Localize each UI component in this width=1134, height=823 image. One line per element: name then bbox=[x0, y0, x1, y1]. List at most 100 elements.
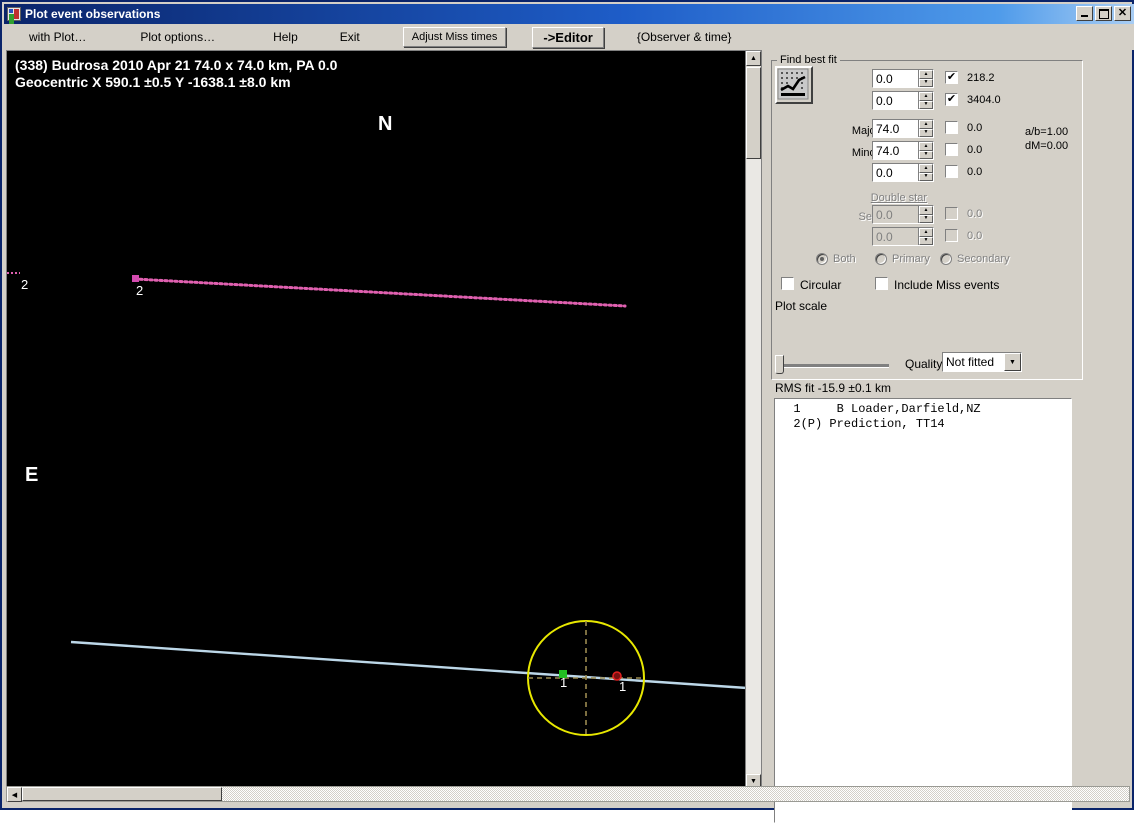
chord-label-1a: 1 bbox=[560, 675, 568, 690]
separation-result: 0.0 bbox=[967, 208, 983, 220]
plot-scale-slider-track[interactable] bbox=[781, 364, 889, 368]
main-window: Plot event observations ✕ with Plot… Plo… bbox=[0, 0, 1134, 823]
occultation-plot-svg bbox=[7, 272, 747, 736]
orientation-spinner[interactable]: 0.0 ▲ ▼ bbox=[872, 163, 934, 182]
center-x-spinner[interactable]: 0.0 ▲ ▼ bbox=[872, 69, 934, 88]
center-x-value[interactable]: 0.0 bbox=[873, 70, 918, 87]
center-x-result: 218.2 bbox=[967, 72, 995, 84]
rms-fit-label: RMS fit -15.9 ±0.1 km bbox=[775, 381, 891, 395]
chord-label-1b: 1 bbox=[619, 679, 627, 694]
adjust-miss-times-button[interactable]: Adjust Miss times bbox=[402, 27, 507, 47]
separation-spin-down: ▼ bbox=[919, 214, 933, 223]
minor-axis-checkbox[interactable] bbox=[945, 143, 958, 156]
major-axis-result: 0.0 bbox=[967, 122, 983, 134]
plot-header-line-1: (338) Budrosa 2010 Apr 21 74.0 x 74.0 km… bbox=[15, 57, 338, 73]
separation-value: 0.0 bbox=[876, 207, 893, 222]
chord-label-2a: 2 bbox=[21, 277, 29, 292]
observer-time-status: {Observer & time} bbox=[636, 30, 732, 44]
major-axis-value[interactable]: 74.0 bbox=[873, 120, 918, 137]
plot-vertical-scrollbar[interactable]: ▲ ▼ bbox=[745, 51, 761, 789]
major-axis-spin-up[interactable]: ▲ bbox=[919, 120, 933, 129]
center-y-spin-up[interactable]: ▲ bbox=[919, 92, 933, 101]
center-y-spinner[interactable]: 0.0 ▲ ▼ bbox=[872, 91, 934, 110]
compass-east-label: E bbox=[25, 464, 39, 486]
minor-axis-spin-down[interactable]: ▼ bbox=[919, 150, 933, 159]
orientation-spin-up[interactable]: ▲ bbox=[919, 164, 933, 173]
minor-axis-value[interactable]: 74.0 bbox=[873, 142, 918, 159]
major-axis-spin-down[interactable]: ▼ bbox=[919, 128, 933, 137]
center-y-spin-down[interactable]: ▼ bbox=[919, 100, 933, 109]
center-x-checkbox[interactable]: ✔ bbox=[945, 71, 958, 84]
radio-both-label: Both bbox=[833, 253, 856, 265]
quality-label: Quality bbox=[905, 357, 943, 371]
include-miss-events-checkbox[interactable] bbox=[875, 277, 888, 290]
separation-checkbox bbox=[945, 207, 958, 220]
title-bar: Plot event observations ✕ bbox=[4, 4, 1134, 24]
plot-scale-label: Plot scale bbox=[775, 299, 828, 313]
center-y-result: 3404.0 bbox=[967, 94, 1001, 106]
scroll-left-button[interactable]: ◀ bbox=[7, 787, 22, 802]
observations-list[interactable]: 1 B Loader,Darfield,NZ 2(P) Prediction, … bbox=[774, 398, 1072, 823]
radio-secondary bbox=[940, 253, 952, 265]
chord-1-solid-line bbox=[70, 640, 747, 690]
menu-item-with-plot[interactable]: with Plot… bbox=[22, 27, 93, 47]
menu-item-plot-options[interactable]: Plot options… bbox=[133, 27, 222, 47]
radio-primary-label: Primary bbox=[892, 253, 930, 265]
menu-bar: with Plot… Plot options… Help Exit Adjus… bbox=[4, 24, 1134, 50]
plot-scale-slider-thumb[interactable] bbox=[775, 355, 784, 374]
app-icon bbox=[7, 7, 21, 21]
window-horizontal-scrollbar[interactable]: ◀ bbox=[6, 786, 1130, 802]
minimize-icon bbox=[1081, 15, 1088, 17]
orientation-value[interactable]: 0.0 bbox=[873, 164, 918, 181]
close-icon: ✕ bbox=[1117, 7, 1128, 19]
radio-secondary-label: Secondary bbox=[957, 253, 1010, 265]
plot-canvas[interactable]: (338) Budrosa 2010 Apr 21 74.0 x 74.0 km… bbox=[7, 51, 747, 789]
chord-2-start-marker bbox=[132, 275, 139, 282]
pa-of-2nd-result: 0.0 bbox=[967, 230, 983, 242]
close-button[interactable]: ✕ bbox=[1114, 6, 1131, 21]
orientation-checkbox[interactable] bbox=[945, 165, 958, 178]
find-best-fit-icon-button[interactable] bbox=[775, 66, 813, 104]
list-item[interactable]: 2(P) Prediction, TT14 bbox=[779, 417, 1067, 432]
center-x-spin-up[interactable]: ▲ bbox=[919, 70, 933, 79]
orientation-result: 0.0 bbox=[967, 166, 983, 178]
pa-of-2nd-value: 0.0 bbox=[876, 229, 893, 244]
quality-dropdown[interactable]: Not fitted ▼ bbox=[942, 352, 1022, 372]
right-panel: Find best fit 0.0 ▲ ▼ ✔ 218.2 0.0 ▲ ▼ ✔ … bbox=[767, 50, 1131, 823]
major-axis-spinner[interactable]: 74.0 ▲ ▼ bbox=[872, 119, 934, 138]
chord-2-dotted-line bbox=[133, 277, 627, 308]
major-axis-checkbox[interactable] bbox=[945, 121, 958, 134]
scroll-thumb-horizontal[interactable] bbox=[22, 787, 222, 801]
scroll-track-vertical[interactable] bbox=[746, 159, 761, 773]
quality-selected-value: Not fitted bbox=[946, 355, 995, 369]
axis-ratio-label: a/b=1.00 bbox=[1025, 126, 1069, 138]
pa-of-2nd-spin-up: ▲ bbox=[919, 228, 933, 237]
pa-of-2nd-spin-down: ▼ bbox=[919, 236, 933, 245]
maximize-icon bbox=[1098, 8, 1109, 19]
center-x-spin-down[interactable]: ▼ bbox=[919, 78, 933, 87]
radio-both bbox=[816, 253, 828, 265]
chart-fit-icon bbox=[777, 68, 809, 100]
chevron-down-icon[interactable]: ▼ bbox=[1004, 353, 1021, 371]
center-y-value[interactable]: 0.0 bbox=[873, 92, 918, 109]
window-title: Plot event observations bbox=[25, 7, 161, 21]
scroll-thumb-vertical[interactable] bbox=[746, 67, 761, 159]
pa-of-2nd-checkbox bbox=[945, 229, 958, 242]
minor-axis-spinner[interactable]: 74.0 ▲ ▼ bbox=[872, 141, 934, 160]
editor-button[interactable]: ->Editor bbox=[532, 26, 604, 48]
menu-item-exit[interactable]: Exit bbox=[333, 27, 367, 47]
menu-item-help[interactable]: Help bbox=[266, 27, 305, 47]
circular-label: Circular bbox=[800, 278, 842, 292]
minimize-button[interactable] bbox=[1076, 6, 1093, 21]
separation-spinner: 0.0 ▲ ▼ bbox=[872, 205, 934, 224]
center-y-checkbox[interactable]: ✔ bbox=[945, 93, 958, 106]
radio-primary bbox=[875, 253, 887, 265]
separation-spin-up: ▲ bbox=[919, 206, 933, 215]
circular-checkbox[interactable] bbox=[781, 277, 794, 290]
orientation-spin-down[interactable]: ▼ bbox=[919, 172, 933, 181]
list-item[interactable]: 1 B Loader,Darfield,NZ bbox=[779, 402, 1067, 417]
maximize-button[interactable] bbox=[1095, 6, 1112, 21]
window-controls: ✕ bbox=[1076, 6, 1131, 21]
scroll-up-button[interactable]: ▲ bbox=[746, 51, 761, 66]
minor-axis-spin-up[interactable]: ▲ bbox=[919, 142, 933, 151]
